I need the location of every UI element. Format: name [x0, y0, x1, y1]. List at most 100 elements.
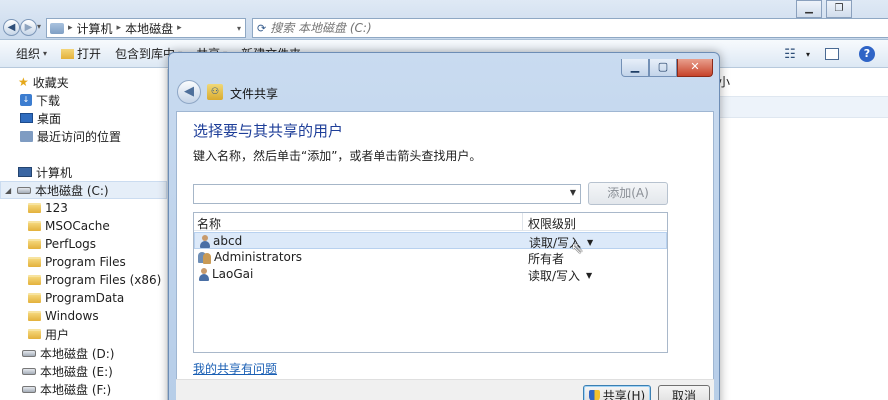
permission-text: 读取/写入 — [528, 269, 581, 283]
nav-drive-e-label: 本地磁盘 (E:) — [40, 364, 113, 379]
view-options-icon[interactable]: ☷ — [780, 44, 800, 64]
chevron-right-icon[interactable]: ▸ — [177, 23, 182, 33]
folder-icon — [28, 221, 41, 231]
user-name-text: abcd — [213, 234, 243, 248]
nav-desktop-label: 桌面 — [37, 111, 62, 126]
nav-drive-c[interactable]: ◢ 本地磁盘 (C:) — [0, 181, 167, 199]
nav-drive-d-label: 本地磁盘 (D:) — [40, 346, 115, 361]
maximize-button[interactable]: ❐ — [826, 0, 852, 18]
folder-icon — [28, 311, 41, 321]
search-box[interactable]: ⟳ — [252, 18, 888, 38]
permission-text: 所有者 — [528, 252, 565, 266]
address-dropdown-icon[interactable]: ▾ — [237, 24, 241, 33]
cancel-button-label: 取消 — [671, 389, 696, 400]
dialog-minimize-button[interactable]: ▁ — [621, 59, 649, 77]
nav-drive-e[interactable]: 本地磁盘 (E:) — [22, 362, 113, 380]
forward-button[interactable]: ▶ — [20, 19, 37, 36]
nav-folder[interactable]: PerfLogs — [28, 235, 96, 253]
address-bar[interactable]: ▸ 计算机 ▸ 本地磁盘 ▸ ▾ — [46, 18, 246, 38]
column-divider[interactable] — [522, 213, 523, 231]
nav-folder[interactable]: Program Files — [28, 253, 126, 271]
nav-folder[interactable]: MSOCache — [28, 217, 110, 235]
user-name-text: LaoGai — [212, 267, 254, 281]
column-header-name[interactable]: 名称 — [197, 215, 221, 232]
organize-label: 组织 — [16, 47, 41, 61]
folder-icon — [28, 239, 41, 249]
search-input[interactable] — [270, 21, 571, 35]
file-sharing-icon: ⚇ — [207, 84, 223, 100]
table-row[interactable]: Administrators 所有者 — [194, 249, 667, 266]
folder-icon — [28, 203, 41, 213]
nav-computer[interactable]: 计算机 — [18, 163, 72, 181]
chevron-right-icon[interactable]: ▸ — [117, 23, 122, 33]
preview-pane-icon[interactable] — [822, 44, 842, 64]
collapse-arrow-icon[interactable]: ◢ — [5, 186, 13, 195]
user-name-combobox[interactable]: ▼ — [193, 184, 581, 204]
dialog-instruction: 键入名称，然后单击“添加”，或者单击箭头查找用户。 — [193, 149, 482, 163]
share-button[interactable]: 共享(H) — [583, 385, 651, 400]
nav-folder[interactable]: Program Files (x86) — [28, 271, 161, 289]
user-group-icon — [198, 251, 211, 264]
table-row[interactable]: abcd 读取/写入 ▼ — [194, 232, 667, 250]
folder-icon — [28, 329, 41, 339]
open-button[interactable]: 打开 — [61, 45, 101, 62]
navigation-pane: ★ 收藏夹 ↓ 下载 桌面 最近访问的位置 计算机 ◢ 本地磁盘 (C:) 12… — [0, 69, 168, 400]
column-header-permission[interactable]: 权限级别 — [528, 215, 576, 232]
chevron-down-icon[interactable]: ▼ — [587, 238, 593, 247]
dropdown-arrow-icon[interactable]: ▼ — [570, 188, 576, 197]
drive-icon — [22, 367, 36, 375]
cancel-button[interactable]: 取消 — [658, 385, 710, 400]
recent-pages-dropdown[interactable]: ▾ — [37, 22, 41, 31]
user-name-input[interactable] — [194, 185, 554, 203]
back-button[interactable]: ◀ — [3, 19, 20, 36]
nav-downloads[interactable]: ↓ 下载 — [20, 91, 60, 109]
organize-menu[interactable]: 组织 ▾ — [16, 45, 47, 62]
nav-downloads-label: 下载 — [36, 93, 61, 108]
permission-dropdown[interactable]: 读取/写入 ▼ — [528, 267, 592, 284]
open-label: 打开 — [77, 47, 102, 61]
nav-folder[interactable]: 123 — [28, 199, 68, 217]
refresh-icon[interactable]: ⟳ — [257, 22, 266, 35]
drive-icon — [22, 349, 36, 357]
user-name-cell: LaoGai — [198, 267, 253, 281]
computer-icon — [18, 167, 32, 177]
chevron-right-icon[interactable]: ▸ — [68, 23, 73, 33]
dialog-maximize-button[interactable]: ▢ — [649, 59, 677, 77]
breadcrumb-computer[interactable]: 计算机 — [77, 20, 113, 37]
chevron-down-icon[interactable]: ▾ — [798, 44, 818, 64]
download-icon: ↓ — [20, 94, 32, 106]
dialog-close-button[interactable]: ✕ — [677, 59, 713, 77]
share-users-table: 名称 权限级别 abcd 读取/写入 ▼ Administrators 所有者 … — [193, 212, 668, 353]
mouse-cursor-icon: ⇖ — [571, 239, 584, 257]
drive-icon — [22, 385, 36, 393]
nav-folder[interactable]: 用户 — [28, 325, 69, 343]
dialog-back-button[interactable]: ◀ — [177, 80, 201, 104]
nav-favorites-label: 收藏夹 — [32, 75, 69, 90]
computer-icon — [50, 22, 64, 34]
folder-icon — [61, 48, 75, 59]
nav-folder[interactable]: Windows — [28, 307, 99, 325]
desktop-icon — [20, 113, 33, 123]
help-icon: ? — [859, 46, 875, 62]
folder-icon — [28, 257, 41, 267]
nav-folder[interactable]: ProgramData — [28, 289, 124, 307]
chevron-down-icon[interactable]: ▼ — [586, 271, 592, 280]
nav-drive-c-label: 本地磁盘 (C:) — [35, 183, 109, 198]
nav-folder-label: Windows — [45, 309, 99, 323]
minimize-button[interactable]: ▁ — [796, 0, 822, 18]
nav-computer-label: 计算机 — [36, 165, 73, 180]
file-row-highlight — [718, 96, 888, 118]
nav-folder-label: MSOCache — [45, 219, 110, 233]
nav-drive-f[interactable]: 本地磁盘 (F:) — [22, 380, 111, 398]
nav-drive-d[interactable]: 本地磁盘 (D:) — [22, 344, 114, 362]
nav-folder-label: ProgramData — [45, 291, 125, 305]
sharing-help-link[interactable]: 我的共享有问题 — [193, 360, 277, 377]
add-button[interactable]: 添加(A) — [588, 182, 668, 205]
nav-favorites[interactable]: ★ 收藏夹 — [18, 73, 69, 91]
uac-shield-icon — [588, 390, 600, 400]
help-button[interactable]: ? — [857, 44, 877, 64]
nav-recent-places[interactable]: 最近访问的位置 — [20, 127, 121, 145]
breadcrumb-local-disk[interactable]: 本地磁盘 — [125, 20, 173, 37]
table-row[interactable]: LaoGai 读取/写入 ▼ — [194, 266, 667, 283]
nav-desktop[interactable]: 桌面 — [20, 109, 61, 127]
